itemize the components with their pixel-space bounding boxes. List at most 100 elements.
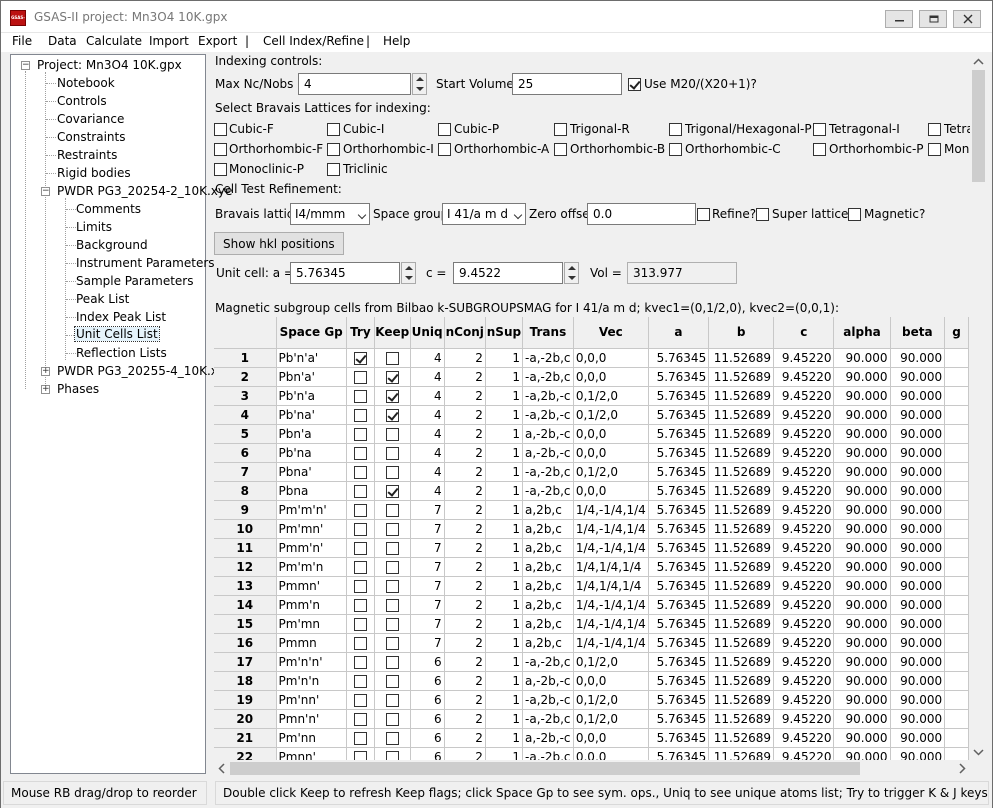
keep-cell[interactable] <box>374 367 411 387</box>
a-cell[interactable]: 5.76345 <box>648 386 710 406</box>
alpha-cell[interactable]: 90.000 <box>833 633 891 653</box>
c-cell[interactable]: 9.45220 <box>773 690 835 710</box>
try-checkbox[interactable] <box>353 579 367 593</box>
magnetic-subgroups-grid[interactable]: Space Gp Try Keep Uniq nConj nSup Trans … <box>214 317 969 761</box>
alpha-cell[interactable]: 90.000 <box>833 500 891 520</box>
try-checkbox[interactable] <box>353 731 367 745</box>
tree-item-restraints[interactable]: Restraints <box>57 148 117 162</box>
try-cell[interactable] <box>346 595 375 615</box>
beta-cell[interactable]: 90.000 <box>890 709 946 729</box>
space-gp-cell[interactable]: Pb'na' <box>276 405 347 425</box>
alpha-cell[interactable]: 90.000 <box>833 367 891 387</box>
gamma-cell[interactable] <box>944 405 969 425</box>
column-header-b[interactable]: b <box>708 317 775 349</box>
try-checkbox[interactable] <box>353 427 367 441</box>
lattice-checkbox-cubic-i[interactable] <box>327 123 340 136</box>
nsup-cell[interactable]: 1 <box>485 386 524 406</box>
try-checkbox[interactable] <box>353 598 367 612</box>
row-label[interactable]: 3 <box>214 386 277 406</box>
vec-cell[interactable]: 1/4,-1/4,1/4 <box>573 500 649 520</box>
keep-checkbox[interactable] <box>385 427 399 441</box>
space-gp-cell[interactable]: Pbn'a' <box>276 367 347 387</box>
vec-cell[interactable]: 0,1/2,0 <box>573 690 649 710</box>
c-cell[interactable]: 9.45220 <box>773 728 835 748</box>
a-cell[interactable]: 5.76345 <box>648 633 710 653</box>
row-label[interactable]: 15 <box>214 614 277 634</box>
c-cell[interactable]: 9.45220 <box>773 386 835 406</box>
nconj-cell[interactable]: 2 <box>444 557 486 577</box>
nconj-cell[interactable]: 2 <box>444 405 486 425</box>
c-cell[interactable]: 9.45220 <box>773 500 835 520</box>
keep-checkbox[interactable] <box>385 598 399 612</box>
nsup-cell[interactable]: 1 <box>485 538 524 558</box>
gamma-cell[interactable] <box>944 652 969 672</box>
try-checkbox[interactable] <box>353 351 367 365</box>
gamma-cell[interactable] <box>944 386 969 406</box>
c-cell[interactable]: 9.45220 <box>773 367 835 387</box>
close-button[interactable] <box>953 10 981 28</box>
space-gp-cell[interactable]: Pm'n'n' <box>276 652 347 672</box>
beta-cell[interactable]: 90.000 <box>890 690 946 710</box>
a-cell[interactable]: 5.76345 <box>648 367 710 387</box>
column-header-keep[interactable]: Keep <box>374 317 411 349</box>
a-cell[interactable]: 5.76345 <box>648 424 710 444</box>
try-cell[interactable] <box>346 557 375 577</box>
nconj-cell[interactable]: 2 <box>444 538 486 558</box>
vec-cell[interactable]: 1/4,-1/4,1/4 <box>573 614 649 634</box>
try-cell[interactable] <box>346 424 375 444</box>
gamma-cell[interactable] <box>944 690 969 710</box>
menu-import[interactable]: Import <box>149 34 189 48</box>
trans-cell[interactable]: a,-2b,-c <box>522 443 574 463</box>
try-cell[interactable] <box>346 614 375 634</box>
b-cell[interactable]: 11.52689 <box>708 424 775 444</box>
uniq-cell[interactable]: 7 <box>410 538 445 558</box>
keep-cell[interactable] <box>374 709 411 729</box>
nconj-cell[interactable]: 2 <box>444 690 486 710</box>
vec-cell[interactable]: 0,0,0 <box>573 443 649 463</box>
alpha-cell[interactable]: 90.000 <box>833 424 891 444</box>
trans-cell[interactable]: -a,-2b,c <box>522 747 574 761</box>
tree-item-sample-parameters[interactable]: Sample Parameters <box>76 274 194 288</box>
project-tree[interactable]: − Project: Mn3O4 10K.gpx Notebook Contro… <box>10 54 232 774</box>
tree-item-peak-list[interactable]: Peak List <box>76 292 129 306</box>
uniq-cell[interactable]: 6 <box>410 728 445 748</box>
keep-cell[interactable] <box>374 633 411 653</box>
vec-cell[interactable]: 0,0,0 <box>573 348 649 368</box>
menu-export[interactable]: Export <box>198 34 237 48</box>
keep-cell[interactable] <box>374 728 411 748</box>
vec-cell[interactable]: 0,1/2,0 <box>573 386 649 406</box>
beta-cell[interactable]: 90.000 <box>890 652 946 672</box>
vec-cell[interactable]: 1/4,-1/4,1/4 <box>573 595 649 615</box>
menu-data[interactable]: Data <box>48 34 77 48</box>
space-gp-cell[interactable]: Pm'mn' <box>276 519 347 539</box>
c-cell[interactable]: 9.45220 <box>773 462 835 482</box>
b-cell[interactable]: 11.52689 <box>708 500 775 520</box>
column-header-nsup[interactable]: nSup <box>485 317 524 349</box>
nconj-cell[interactable]: 2 <box>444 614 486 634</box>
minimize-button[interactable] <box>885 10 913 28</box>
nconj-cell[interactable]: 2 <box>444 728 486 748</box>
nconj-cell[interactable]: 2 <box>444 481 486 501</box>
try-checkbox[interactable] <box>353 465 367 479</box>
keep-checkbox[interactable] <box>385 408 399 422</box>
lattice-checkbox-orthorhombic-b[interactable] <box>554 143 567 156</box>
beta-cell[interactable]: 90.000 <box>890 348 946 368</box>
row-label[interactable]: 2 <box>214 367 277 387</box>
zero-offset-input[interactable]: 0.0 <box>587 203 696 225</box>
try-checkbox[interactable] <box>353 655 367 669</box>
uniq-cell[interactable]: 7 <box>410 633 445 653</box>
alpha-cell[interactable]: 90.000 <box>833 690 891 710</box>
expand-icon[interactable]: + <box>41 367 50 376</box>
a-cell[interactable]: 5.76345 <box>648 538 710 558</box>
a-cell[interactable]: 5.76345 <box>648 500 710 520</box>
uniq-cell[interactable]: 6 <box>410 690 445 710</box>
nconj-cell[interactable]: 2 <box>444 519 486 539</box>
lattice-checkbox-triclinic[interactable] <box>327 163 340 176</box>
lattice-checkbox-cubic-p[interactable] <box>438 123 451 136</box>
gamma-cell[interactable] <box>944 367 969 387</box>
keep-cell[interactable] <box>374 443 411 463</box>
beta-cell[interactable]: 90.000 <box>890 728 946 748</box>
gamma-cell[interactable] <box>944 557 969 577</box>
beta-cell[interactable]: 90.000 <box>890 424 946 444</box>
nsup-cell[interactable]: 1 <box>485 747 524 761</box>
